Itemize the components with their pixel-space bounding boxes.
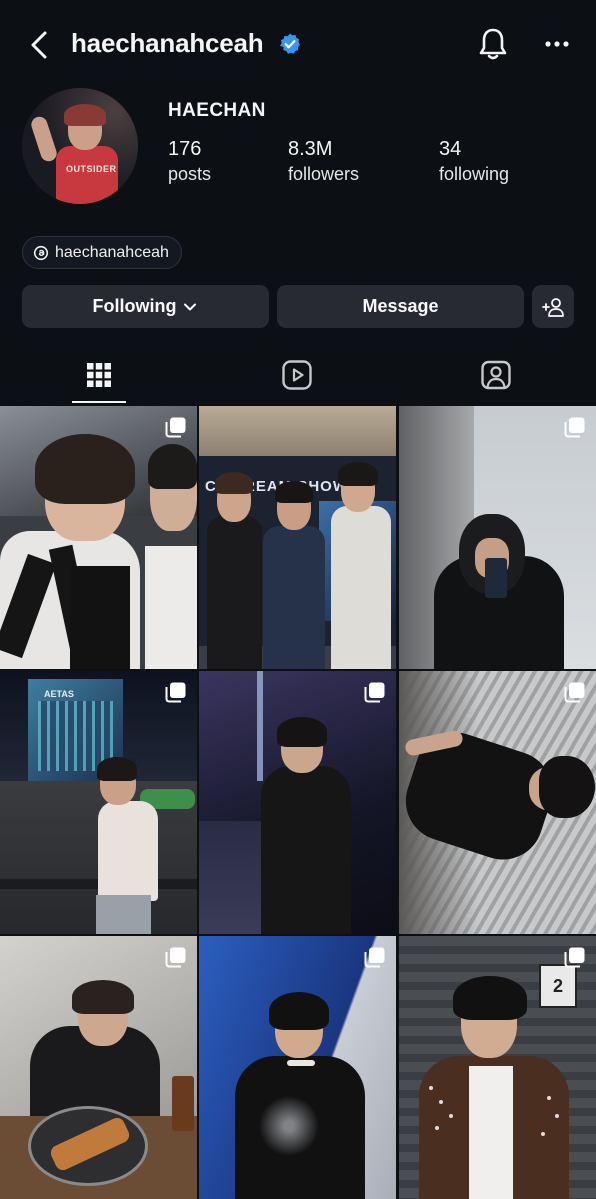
carousel-icon — [564, 946, 586, 968]
post-thumbnail[interactable] — [399, 406, 596, 669]
carousel-icon — [564, 416, 586, 438]
door-number: 2 — [539, 964, 577, 1008]
following-button[interactable]: Following — [22, 285, 269, 328]
posts-grid: CT DREAM SHOW AETAS — [0, 406, 596, 1199]
suggested-accounts-button[interactable] — [532, 285, 574, 328]
following-count: 34 — [439, 138, 462, 160]
post-thumbnail[interactable] — [0, 936, 197, 1199]
posts-stat: 176 posts — [168, 138, 211, 185]
profile-username: haechanahceah — [71, 28, 264, 58]
post-thumbnail[interactable] — [399, 671, 596, 934]
post-thumbnail[interactable]: 2 — [399, 936, 596, 1199]
message-button[interactable]: Message — [277, 285, 524, 328]
carousel-icon — [364, 946, 386, 968]
followers-count: 8.3M — [288, 138, 333, 160]
following-label: following — [439, 164, 510, 184]
top-bar: haechanahceah — [0, 0, 596, 90]
threads-handle: haechanahceah — [55, 243, 169, 261]
grid-icon — [87, 363, 111, 387]
profile-avatar[interactable]: OUTSIDER — [22, 88, 138, 204]
post-thumbnail[interactable] — [199, 936, 396, 1199]
post-thumbnail[interactable]: AETAS — [0, 671, 197, 934]
reels-icon — [282, 360, 312, 390]
posts-count: 176 — [168, 138, 202, 160]
following-button-label: Following — [92, 296, 177, 316]
threads-link[interactable]: haechanahceah — [22, 236, 182, 269]
verified-badge-icon — [278, 32, 302, 56]
profile-tabs — [0, 345, 596, 405]
carousel-icon — [165, 681, 187, 703]
posts-label: posts — [168, 164, 212, 184]
building-sign: AETAS — [44, 689, 74, 699]
tab-posts-grid[interactable] — [0, 345, 198, 405]
carousel-icon — [564, 681, 586, 703]
post-thumbnail[interactable] — [199, 671, 396, 934]
bell-icon[interactable] — [476, 26, 510, 62]
chevron-down-icon — [184, 303, 197, 310]
carousel-icon — [364, 681, 386, 703]
tagged-icon — [481, 360, 511, 390]
post-thumbnail[interactable]: CT DREAM SHOW — [199, 406, 396, 669]
threads-icon — [33, 245, 49, 260]
tab-tagged[interactable] — [397, 345, 595, 405]
following-stat[interactable]: 34 following — [439, 138, 509, 185]
carousel-icon — [165, 946, 187, 968]
back-arrow-icon[interactable] — [24, 28, 54, 62]
carousel-icon — [165, 416, 187, 438]
followers-label: followers — [288, 164, 360, 184]
post-thumbnail[interactable] — [0, 406, 197, 669]
followers-stat[interactable]: 8.3M followers — [288, 138, 359, 185]
message-button-label: Message — [362, 296, 439, 316]
add-person-icon — [542, 297, 564, 317]
active-tab-indicator — [72, 401, 126, 403]
tab-reels[interactable] — [198, 345, 396, 405]
display-name: HAECHAN — [168, 100, 266, 121]
more-options-icon[interactable] — [542, 34, 572, 54]
avatar-shirt-text: OUTSIDER — [66, 164, 117, 174]
